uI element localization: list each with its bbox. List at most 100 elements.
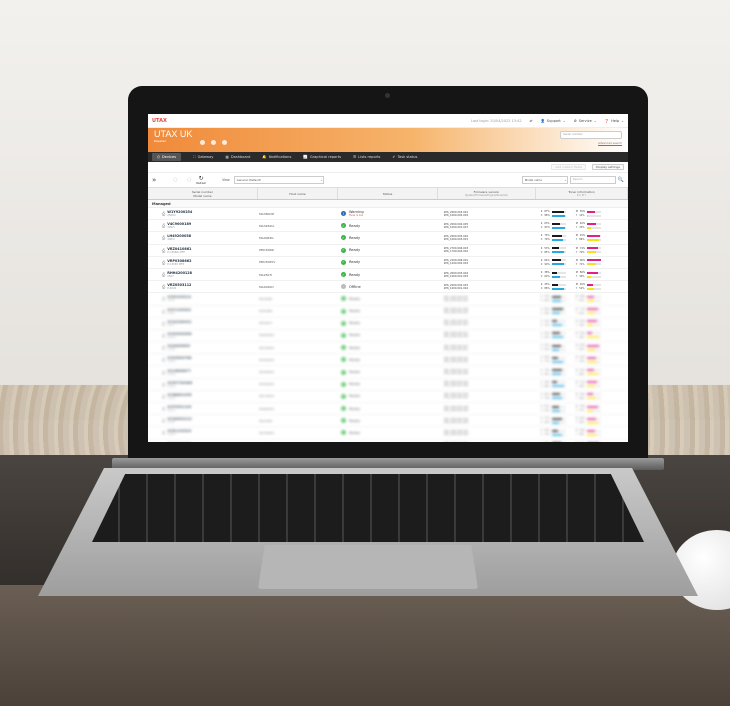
toner-color-label: Y — [575, 214, 578, 218]
firmware-cell: 2P6_2000.004.004 2P6_1000.001.008 — [436, 379, 537, 390]
serial-cell[interactable]: ⎙ VCN8801095 7006ci — [148, 391, 253, 402]
toner-bar-fill — [586, 397, 596, 400]
add-custom-fields-button[interactable]: Add custom fields — [551, 164, 587, 170]
table-row[interactable]: ⎙ LH49200058 4063i MA4063IL ✓ Ready 2P6_2000.0… — [148, 232, 628, 245]
tenant-tool-icon[interactable] — [211, 140, 216, 145]
expand-sidebar-icon[interactable]: » — [152, 176, 156, 184]
tab-graphical-reports[interactable]: 📈 Graphical reports — [303, 155, 341, 159]
table-row[interactable]: ⎙ VCN8801095 7006ci MA7006CI ✓ Ready 2P6_2000.… — [148, 391, 628, 403]
refresh-button[interactable]: ↻ Refresh — [196, 175, 206, 185]
group-header[interactable]: Managed — [148, 200, 628, 208]
tab-devices[interactable]: ⎙ Devices — [152, 153, 182, 161]
serial-cell[interactable]: ⎙ VCL6600877 4006ci — [148, 366, 253, 377]
tool-icon[interactable]: ◌ — [168, 177, 182, 183]
table-row[interactable]: ⎙VCS22044314508ciMA4508CI✓Ready2P6_2000.… — [148, 440, 628, 443]
help-menu[interactable]: ❓ Help ⌄ — [605, 119, 624, 123]
serial-cell[interactable]: ⎙ LH49200058 4063i — [148, 232, 253, 243]
serial-cell[interactable]: ⎙ VCP9901104 8006ci — [148, 403, 253, 414]
status-cell: ✓Ready — [335, 306, 436, 317]
tab-dashboard[interactable]: ▦ Dashboard — [225, 155, 250, 159]
serial-cell[interactable]: ⎙ RHH4200128 2507 — [148, 269, 253, 280]
app-logo[interactable]: UTAX — [152, 118, 167, 124]
col-host[interactable]: Host name — [258, 188, 339, 199]
serial-cell[interactable]: ⎙ VCQ0002213 2508i — [148, 415, 253, 426]
col-toner[interactable]: Toner information K C M Y — [536, 188, 628, 199]
search-icon[interactable]: 🔍 — [618, 177, 624, 183]
serial-cell[interactable]: ⎙ VCR1103322 3508ci — [148, 427, 253, 438]
status-detail[interactable]: Toner is low — [349, 214, 364, 217]
table-row[interactable]: ⎙ VCM7700986 5006ci MA5006CI ✓ Ready 2P6_2000.… — [148, 379, 628, 391]
search-field-select[interactable]: Model name ⌄ — [521, 176, 568, 184]
tab-label: Notifications — [268, 155, 292, 159]
serial-cell[interactable]: ⎙ VCG2200431 5007i — [148, 318, 253, 329]
table-row[interactable]: ⎙ VCR1103322 3508ci MA3508CI ✓ Ready 2P6_2000.… — [148, 427, 628, 440]
toner-level: M 60% — [576, 356, 602, 359]
serial-cell[interactable]: ⎙VCS22044314508ci — [148, 440, 253, 443]
serial-cell[interactable]: ⎙ VCM7700986 5006ci — [148, 379, 253, 390]
tab-notifications[interactable]: 🔔 Notifications — [262, 155, 291, 159]
toner-level: K 59% — [541, 332, 566, 335]
service-menu[interactable]: ⚙ Service ⌄ — [574, 119, 597, 123]
share-button[interactable]: ⇄ — [530, 119, 533, 123]
host-name: MA2506CI — [259, 345, 275, 350]
tool-icon[interactable]: ◌ — [182, 177, 196, 183]
serial-model: VCE9100213 3508i — [167, 295, 191, 302]
toner-percent: 38% — [544, 271, 550, 275]
toner-percent: 62% — [579, 348, 585, 352]
table-row[interactable]: ⎙ VCF1100322 4008i MA4008I ✓ Ready 2P6_2000.00… — [148, 306, 628, 318]
serial-cell[interactable]: ⎙ VCF1100322 4008i — [148, 306, 253, 317]
table-row[interactable]: ⎙ V4C9000189 3262i MA3262IA ✓ Ready 2P6_2000.0… — [148, 220, 628, 233]
serial-cell[interactable]: ⎙ VRZ0410861 P-C3066i MFP — [148, 245, 253, 256]
device-search-input[interactable]: Search — [569, 176, 616, 184]
toner-color-label: M — [575, 331, 578, 335]
serial-cell[interactable]: ⎙ VCH3300540 6008ci — [148, 330, 253, 341]
serial-cell[interactable]: ⎙ VCK5500768 3206ci — [148, 354, 253, 365]
table-row[interactable]: ⎙ VRZ0503112 P-4020 MA4020D · Offline 2P6_2000… — [148, 281, 628, 294]
tenant-tool-icon[interactable] — [200, 140, 205, 145]
keyboard — [92, 474, 644, 542]
col-firmware[interactable]: Firmware version (System/Firmware/Engine/… — [438, 188, 536, 199]
table-row[interactable]: ⎙ VCL6600877 4006ci MA4006CI ✓ Ready 2P6_2000.… — [148, 366, 628, 379]
toner-level: K 38% — [541, 271, 566, 274]
col-status[interactable]: Status — [338, 188, 438, 199]
table-row[interactable]: ⎙ VCP9901104 8006ci MA8006CI ✓ Ready 2P6_2000.… — [148, 403, 628, 416]
tab-task-status[interactable]: ✔ Task status — [392, 155, 417, 159]
tab-gateway[interactable]: ⛶ Gateway — [193, 155, 213, 159]
toner-bar — [587, 210, 602, 213]
advanced-search-link[interactable]: Advanced search — [598, 141, 622, 145]
table-row[interactable]: ⎙ VCQ0002213 2508i MA2508I ✓ Ready 2P6_2000.00… — [148, 415, 628, 428]
table-row[interactable]: ⎙ VRZ0410861 P-C3066i MFP PMC3066I ✓ Ready 2P6… — [148, 245, 628, 257]
tenant-tool-icon[interactable] — [222, 140, 227, 145]
table-row[interactable]: ⎙ VCH3300540 6008ci MA6008CI ✓ Ready 2P6_2000.… — [148, 330, 628, 343]
table-row[interactable]: ⎙ VCE9100213 3508i MA3508I ✓ Ready 2P6_2000.00… — [148, 293, 628, 306]
tab-lists-reports[interactable]: ☰ Lists reports — [353, 155, 380, 159]
serial-cell[interactable]: ⎙ VRZ0503112 P-4020 — [148, 281, 253, 292]
serial-cell[interactable]: ⎙ VCJ4400659 2506ci — [148, 342, 253, 353]
table-row[interactable]: ⎙ RHH4200128 2507 MA2507I ✓ Ready 2P6_2000.003… — [148, 269, 628, 282]
view-select[interactable]: General (Default) ⌄ — [233, 176, 324, 184]
table-row[interactable]: ⎙ VRP0308662 P-C3065 MFP PMC3065V ✓ Ready 2P6_… — [148, 257, 628, 269]
toner-color-label: M — [575, 344, 578, 348]
serial-search-input[interactable]: Serial number — [560, 131, 622, 139]
toner-level: M 55% — [576, 210, 602, 213]
support-menu[interactable]: 👤 Support ⌄ — [541, 119, 566, 123]
table-row[interactable]: ⎙ VCJ4400659 2506ci MA2506CI ✓ Ready 2P6_2000.… — [148, 342, 628, 355]
toner-level: M 80% — [575, 271, 602, 275]
serial-cell[interactable]: ⎙ V4C9000189 3262i — [148, 220, 253, 231]
serial-cell[interactable]: ⎙ VCE9100213 3508i — [148, 293, 253, 304]
status-cell: ✓Ready — [335, 403, 436, 414]
serial-cell[interactable]: ⎙ W1Y9200254 2508ci — [148, 208, 253, 219]
display-settings-button[interactable]: Display settings — [592, 164, 624, 170]
toner-color-label: M — [575, 271, 578, 275]
table-row[interactable]: ⎙ VCG2200431 5007i MA5007I ✓ Ready 2P6_2000.00… — [148, 318, 628, 330]
table-row[interactable]: ⎙ VCK5500768 3206ci MA3206CI ✓ Ready 2P6_2000.… — [148, 354, 628, 367]
serial-cell[interactable]: ⎙ VRP0308662 P-C3065 MFP — [148, 257, 253, 268]
toner-pair: M 66% Y 83% — [576, 417, 602, 424]
col-serial-model[interactable]: Serial number Model name — [148, 188, 258, 199]
col-host-label: Host name — [289, 191, 306, 196]
toner-level: K 64% — [541, 259, 566, 262]
user-icon: 👤 — [540, 118, 545, 123]
table-row[interactable]: ⎙ W1Y9200254 2508ci MA360CIP! Warning Toner i… — [148, 208, 628, 221]
toner-bar-fill — [551, 332, 560, 335]
toner-percent: 44% — [544, 429, 550, 433]
